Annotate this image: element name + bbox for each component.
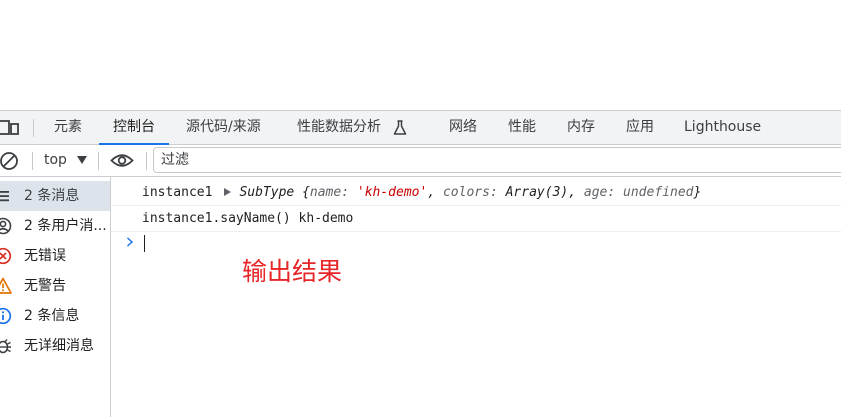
tab-memory[interactable]: 内存	[567, 111, 595, 144]
sidebar-item-label: 2 条消息	[24, 188, 80, 204]
sidebar-item-warnings[interactable]: 无警告	[0, 271, 110, 301]
context-selector[interactable]: top	[44, 145, 67, 176]
sidebar-item-label: 2 条用户消...	[24, 218, 107, 234]
console-toolbar: top	[0, 145, 841, 177]
console-log-row: instance1.sayName() kh-demo	[111, 206, 841, 232]
bug-icon	[0, 339, 11, 354]
sidebar-item-errors[interactable]: 无错误	[0, 241, 110, 271]
experiment-flask-icon	[393, 120, 407, 135]
live-expression-eye-icon[interactable]	[110, 153, 134, 168]
chevron-down-icon[interactable]	[77, 156, 87, 164]
toolbar-divider	[98, 152, 99, 170]
object-key: colors	[442, 185, 490, 200]
sidebar-item-info[interactable]: 2 条信息	[0, 301, 110, 331]
page-blank-area	[0, 0, 841, 110]
tab-performance-insights[interactable]: 性能数据分析	[297, 111, 381, 144]
object-key: name	[309, 185, 342, 200]
tab-network[interactable]: 网络	[449, 111, 477, 144]
sidebar-item-messages[interactable]: 2 条消息	[0, 181, 110, 211]
device-toolbar-icon[interactable]	[0, 118, 22, 138]
log-output: kh-demo	[298, 211, 354, 226]
console-output: instance1 SubType {name: 'kh-demo', color…	[111, 177, 841, 417]
log-prefix: instance1	[142, 185, 213, 200]
sidebar-item-label: 无详细消息	[24, 338, 94, 354]
object-value: Array(3)	[505, 185, 569, 200]
toolbar-divider	[32, 152, 33, 170]
clear-console-icon[interactable]	[0, 151, 20, 171]
expand-triangle-icon[interactable]	[224, 188, 232, 196]
toolbar-divider	[146, 152, 147, 170]
object-key: age	[583, 185, 608, 200]
user-icon	[0, 217, 12, 235]
console-log-row: instance1 SubType {name: 'kh-demo', color…	[111, 180, 841, 206]
error-icon	[0, 247, 12, 265]
chevron-right-icon	[127, 237, 134, 247]
console-message: instance1.sayName() kh-demo	[142, 206, 353, 232]
tab-performance[interactable]: 性能	[508, 111, 536, 144]
list-icon	[0, 191, 9, 202]
info-icon	[0, 307, 12, 325]
console-message: instance1 SubType {name: 'kh-demo', color…	[142, 185, 702, 200]
log-call: instance1.sayName()	[142, 211, 291, 226]
object-value-string: 'kh-demo'	[356, 185, 428, 200]
object-type[interactable]: SubType	[239, 185, 294, 200]
filter-input[interactable]	[153, 147, 841, 173]
object-value-undefined: undefined	[623, 185, 694, 200]
warning-icon	[0, 277, 12, 294]
sidebar-item-user-messages[interactable]: 2 条用户消...	[0, 211, 110, 241]
devtools-tab-bar: 元素 控制台 源代码/来源 性能数据分析 网络 性能 内存 应用 Lightho…	[0, 110, 841, 145]
sidebar-item-label: 2 条信息	[24, 308, 80, 324]
console-sidebar: 2 条消息 2 条用户消... 无错误 无警告 2 条信息 无详细消息	[0, 177, 111, 417]
sidebar-item-verbose[interactable]: 无详细消息	[0, 331, 110, 361]
annotation-label: 输出结果	[242, 257, 343, 286]
tab-elements[interactable]: 元素	[54, 111, 82, 144]
tab-application[interactable]: 应用	[626, 111, 654, 144]
console-prompt-cursor[interactable]	[144, 235, 145, 252]
object-brace-open: {	[302, 185, 310, 200]
tab-divider	[33, 119, 34, 137]
tab-lighthouse[interactable]: Lighthouse	[684, 111, 761, 144]
tab-sources[interactable]: 源代码/来源	[186, 111, 261, 144]
sidebar-item-label: 无警告	[24, 278, 66, 294]
object-brace-close: }	[693, 185, 702, 200]
sidebar-item-label: 无错误	[24, 248, 66, 264]
tab-console[interactable]: 控制台	[99, 111, 169, 145]
